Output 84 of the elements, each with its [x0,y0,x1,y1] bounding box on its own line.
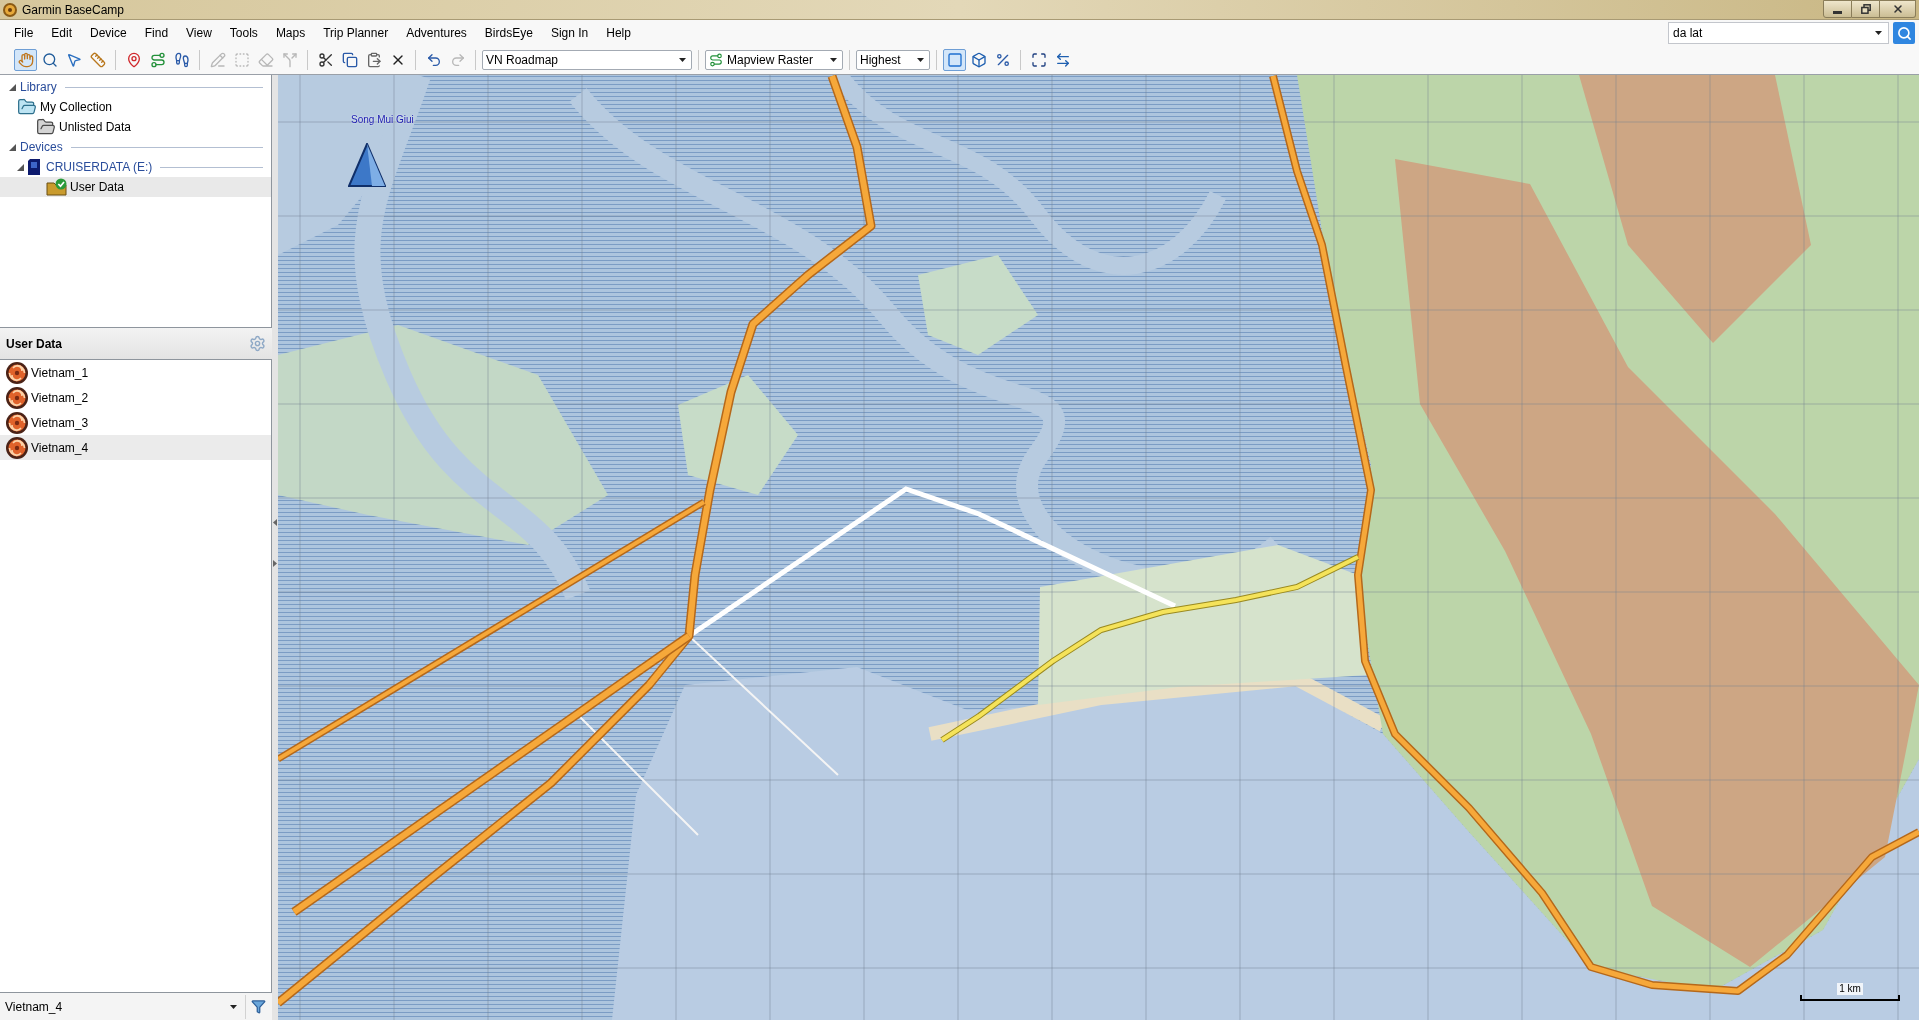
list-item[interactable]: Vietnam_1 [0,360,271,385]
close-button[interactable] [1880,0,1916,18]
pencil-icon [209,52,226,68]
dropdown[interactable]: VN Roadmap [482,50,692,70]
swirl-icon [6,411,28,434]
footprints-icon [173,52,190,68]
split-icon [281,52,298,68]
expand-icon [1030,52,1047,68]
tree-item[interactable]: My Collection [0,97,271,117]
tree-item[interactable]: Unlisted Data [0,117,271,137]
paste-icon [365,52,382,68]
list-filter-dropdown[interactable]: Vietnam_4 [0,994,246,1019]
scissors-icon [317,52,334,68]
close-icon [1891,3,1904,15]
expand-arrow-icon[interactable] [9,143,16,151]
tree-section-header[interactable]: Devices [0,137,271,157]
search-field[interactable]: da lat [1668,22,1889,44]
swirl-icon [6,386,28,409]
swirl-icon [6,436,28,459]
pan-tool-button[interactable] [14,49,37,71]
dropdown[interactable]: Mapview Raster [705,50,843,70]
route-icon [709,53,723,67]
caret-icon [830,58,837,62]
waypoint-label: Song Mui Giui [351,113,414,127]
tree-section-header[interactable]: Library [0,77,271,97]
restore-icon [1860,4,1871,14]
square-icon [946,52,963,68]
menu-item[interactable]: Tools [220,22,267,44]
menu-item[interactable]: Sign In [541,22,598,44]
caret-icon [1875,31,1882,35]
dropdown[interactable]: Highest [856,50,930,70]
panel-title: User Data [6,335,63,353]
caret-icon [917,58,924,62]
triangle-marker-icon[interactable] [348,143,386,187]
swirl-icon [6,361,28,384]
tree-item[interactable]: CRUISERDATA (E:) [0,157,271,177]
folder-check-icon [46,178,68,196]
list-item[interactable]: Vietnam_3 [0,410,271,435]
menu-item[interactable]: File [5,22,43,44]
menu-item[interactable]: BirdsEye [475,22,542,44]
caret-icon [679,58,686,62]
menu-item[interactable]: Help [597,22,640,44]
right-triangle-icon[interactable] [273,560,277,567]
window-title: Garmin BaseCamp [22,1,125,19]
app-logo-icon [3,2,17,17]
search-button[interactable] [1893,22,1915,44]
menu-item[interactable]: Adventures [397,22,476,44]
cube-icon [970,52,987,68]
eraser-icon [257,52,274,68]
memory-card-icon [28,159,40,175]
percent-icon [994,52,1011,68]
menu-item[interactable]: Edit [42,22,82,44]
swap-arrows-icon [1054,52,1071,68]
menu-item[interactable]: Maps [266,22,315,44]
expand-arrow-icon[interactable] [9,83,16,91]
hand-icon [17,52,34,68]
map-pin-icon [125,52,142,68]
ruler-icon [89,52,106,68]
menu-item[interactable]: View [177,22,221,44]
dashed-square-icon [233,52,250,68]
menu-item[interactable]: Find [135,22,178,44]
open-folder-icon [17,97,37,117]
flat-view-button[interactable] [943,49,966,71]
search-icon [1896,25,1912,41]
scale-label: 1 km [1837,983,1863,995]
minimize-icon [1833,10,1842,14]
menu-item[interactable]: Device [81,22,136,44]
restore-button[interactable] [1852,0,1880,18]
list-item[interactable]: Vietnam_4 [0,435,271,460]
menu-item[interactable]: Trip Planner [314,22,398,44]
copy-icon [341,52,358,68]
caret-icon [230,1004,237,1009]
left-triangle-icon[interactable] [273,519,277,526]
redo-icon [449,52,466,68]
expand-arrow-icon[interactable] [17,163,24,171]
magnifier-icon [41,52,58,68]
open-folder-icon [36,117,56,137]
list-item[interactable]: Vietnam_2 [0,385,271,410]
undo-icon [425,52,442,68]
pointer-icon [65,52,82,68]
funnel-icon [250,999,266,1014]
minimize-button[interactable] [1823,0,1852,18]
tree-item[interactable]: User Data [0,177,271,197]
route-icon [149,52,166,68]
